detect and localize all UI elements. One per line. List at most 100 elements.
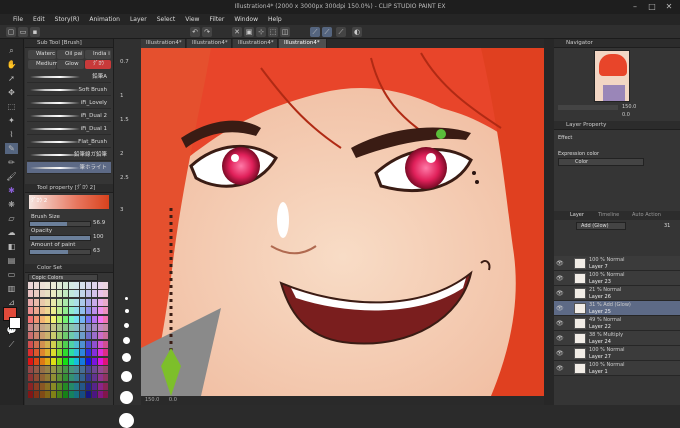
color-swatch[interactable]	[74, 340, 80, 348]
layer-row[interactable]: 👁 100 % Normal Layer 23	[554, 271, 680, 286]
color-swatch[interactable]	[57, 349, 62, 357]
color-swatch[interactable]	[57, 298, 62, 306]
color-swatch[interactable]	[39, 332, 45, 340]
color-swatch[interactable]	[57, 290, 62, 298]
color-swatch[interactable]	[33, 391, 39, 399]
color-swatch[interactable]	[103, 391, 109, 399]
color-swatch[interactable]	[91, 374, 97, 382]
color-swatch[interactable]	[80, 340, 86, 348]
color-swatch[interactable]	[57, 374, 62, 382]
color-swatch[interactable]	[103, 307, 109, 315]
color-swatch[interactable]	[62, 290, 68, 298]
color-swatch[interactable]	[86, 324, 91, 331]
color-swatch[interactable]	[86, 282, 91, 289]
eye-icon[interactable]: 👁	[556, 305, 564, 312]
color-swatch[interactable]	[51, 298, 57, 306]
color-swatch[interactable]	[103, 382, 109, 390]
color-swatch[interactable]	[51, 290, 57, 298]
open-icon[interactable]: ▭	[18, 27, 28, 37]
minimize-icon[interactable]: –	[628, 2, 642, 12]
size-dot[interactable]	[119, 413, 134, 428]
size-dot[interactable]	[120, 391, 133, 404]
color-swatch[interactable]	[62, 374, 68, 382]
color-swatch[interactable]	[68, 391, 74, 399]
color-swatch[interactable]	[103, 366, 109, 373]
color-swatch[interactable]	[68, 298, 74, 306]
menu-filter[interactable]: Filter	[204, 16, 229, 23]
eye-icon[interactable]: 👁	[556, 275, 564, 282]
color-swatch[interactable]	[74, 315, 80, 323]
color-swatch[interactable]	[91, 298, 97, 306]
color-swatch[interactable]	[45, 324, 51, 331]
color-swatch[interactable]	[97, 357, 103, 365]
snap-ruler-icon[interactable]: ⟋	[310, 27, 320, 37]
eye-icon[interactable]: 👁	[556, 260, 564, 267]
color-swatch[interactable]	[62, 324, 68, 331]
gradient-icon[interactable]: ▤	[5, 255, 18, 266]
color-swatch[interactable]	[39, 374, 45, 382]
eye-icon[interactable]: 👁	[556, 350, 564, 357]
color-swatch[interactable]	[68, 382, 74, 390]
color-swatch[interactable]	[68, 307, 74, 315]
color-swatch[interactable]	[86, 298, 91, 306]
color-swatch[interactable]	[45, 332, 51, 340]
color-swatch[interactable]	[97, 391, 103, 399]
subtool-tab-glow-jp[interactable]: ｸﾞﾛｳ	[85, 60, 111, 69]
drawing-canvas[interactable]	[141, 48, 544, 396]
menu-window[interactable]: Window	[229, 16, 263, 23]
color-swatch[interactable]	[33, 366, 39, 373]
canvas-tab[interactable]: Illustration4*	[187, 39, 232, 48]
color-swatch[interactable]	[57, 324, 62, 331]
color-swatch[interactable]	[45, 374, 51, 382]
color-swatch[interactable]	[28, 382, 33, 390]
color-swatch[interactable]	[62, 382, 68, 390]
size-dot[interactable]	[123, 337, 130, 344]
color-swatch[interactable]	[80, 332, 86, 340]
color-swatch[interactable]	[86, 391, 91, 399]
color-swatch[interactable]	[62, 366, 68, 373]
color-swatch[interactable]	[33, 357, 39, 365]
color-swatch[interactable]	[91, 324, 97, 331]
color-swatch[interactable]	[68, 282, 74, 289]
color-swatch[interactable]	[39, 298, 45, 306]
color-swatch[interactable]	[68, 340, 74, 348]
size-dot[interactable]	[125, 309, 129, 313]
color-swatch[interactable]	[28, 282, 33, 289]
color-swatch[interactable]	[33, 324, 39, 331]
color-swatch[interactable]	[86, 374, 91, 382]
zoom-slider[interactable]	[558, 105, 618, 110]
color-swatch[interactable]	[33, 282, 39, 289]
deselect-icon[interactable]: ⬚	[268, 27, 278, 37]
pen-icon[interactable]: ✎	[5, 143, 18, 154]
color-swatch[interactable]	[33, 290, 39, 298]
color-swatch[interactable]	[45, 298, 51, 306]
color-wheel-icon[interactable]: ◐	[352, 27, 362, 37]
color-swatch[interactable]	[103, 374, 109, 382]
color-swatch[interactable]	[86, 332, 91, 340]
color-swatch[interactable]	[86, 366, 91, 373]
color-swatch[interactable]	[68, 349, 74, 357]
invert-icon[interactable]: ◫	[280, 27, 290, 37]
color-swatch[interactable]	[57, 340, 62, 348]
color-swatch[interactable]	[80, 290, 86, 298]
canvas-tab[interactable]: Illustration4*	[141, 39, 186, 48]
color-swatch[interactable]	[80, 298, 86, 306]
color-swatch[interactable]	[62, 282, 68, 289]
color-swatch[interactable]	[80, 391, 86, 399]
color-swatch[interactable]	[39, 324, 45, 331]
color-swatch[interactable]	[74, 391, 80, 399]
save-icon[interactable]: ▪	[30, 27, 40, 37]
color-swatch[interactable]	[51, 340, 57, 348]
color-swatch[interactable]	[28, 307, 33, 315]
color-swatch[interactable]	[74, 290, 80, 298]
color-swatch[interactable]	[68, 332, 74, 340]
layer-row[interactable]: 👁 21 % Normal Layer 26	[554, 286, 680, 301]
tab-timeline[interactable]: Timeline	[598, 212, 619, 218]
color-swatch[interactable]	[62, 332, 68, 340]
color-swatch[interactable]	[57, 391, 62, 399]
brush-item[interactable]: 鉛筆A	[27, 71, 111, 83]
blend-mode-dropdown[interactable]: Add (Glow)	[576, 222, 626, 230]
color-swatch[interactable]	[80, 366, 86, 373]
brush-size-slider[interactable]	[29, 221, 91, 227]
color-swatch[interactable]	[28, 315, 33, 323]
